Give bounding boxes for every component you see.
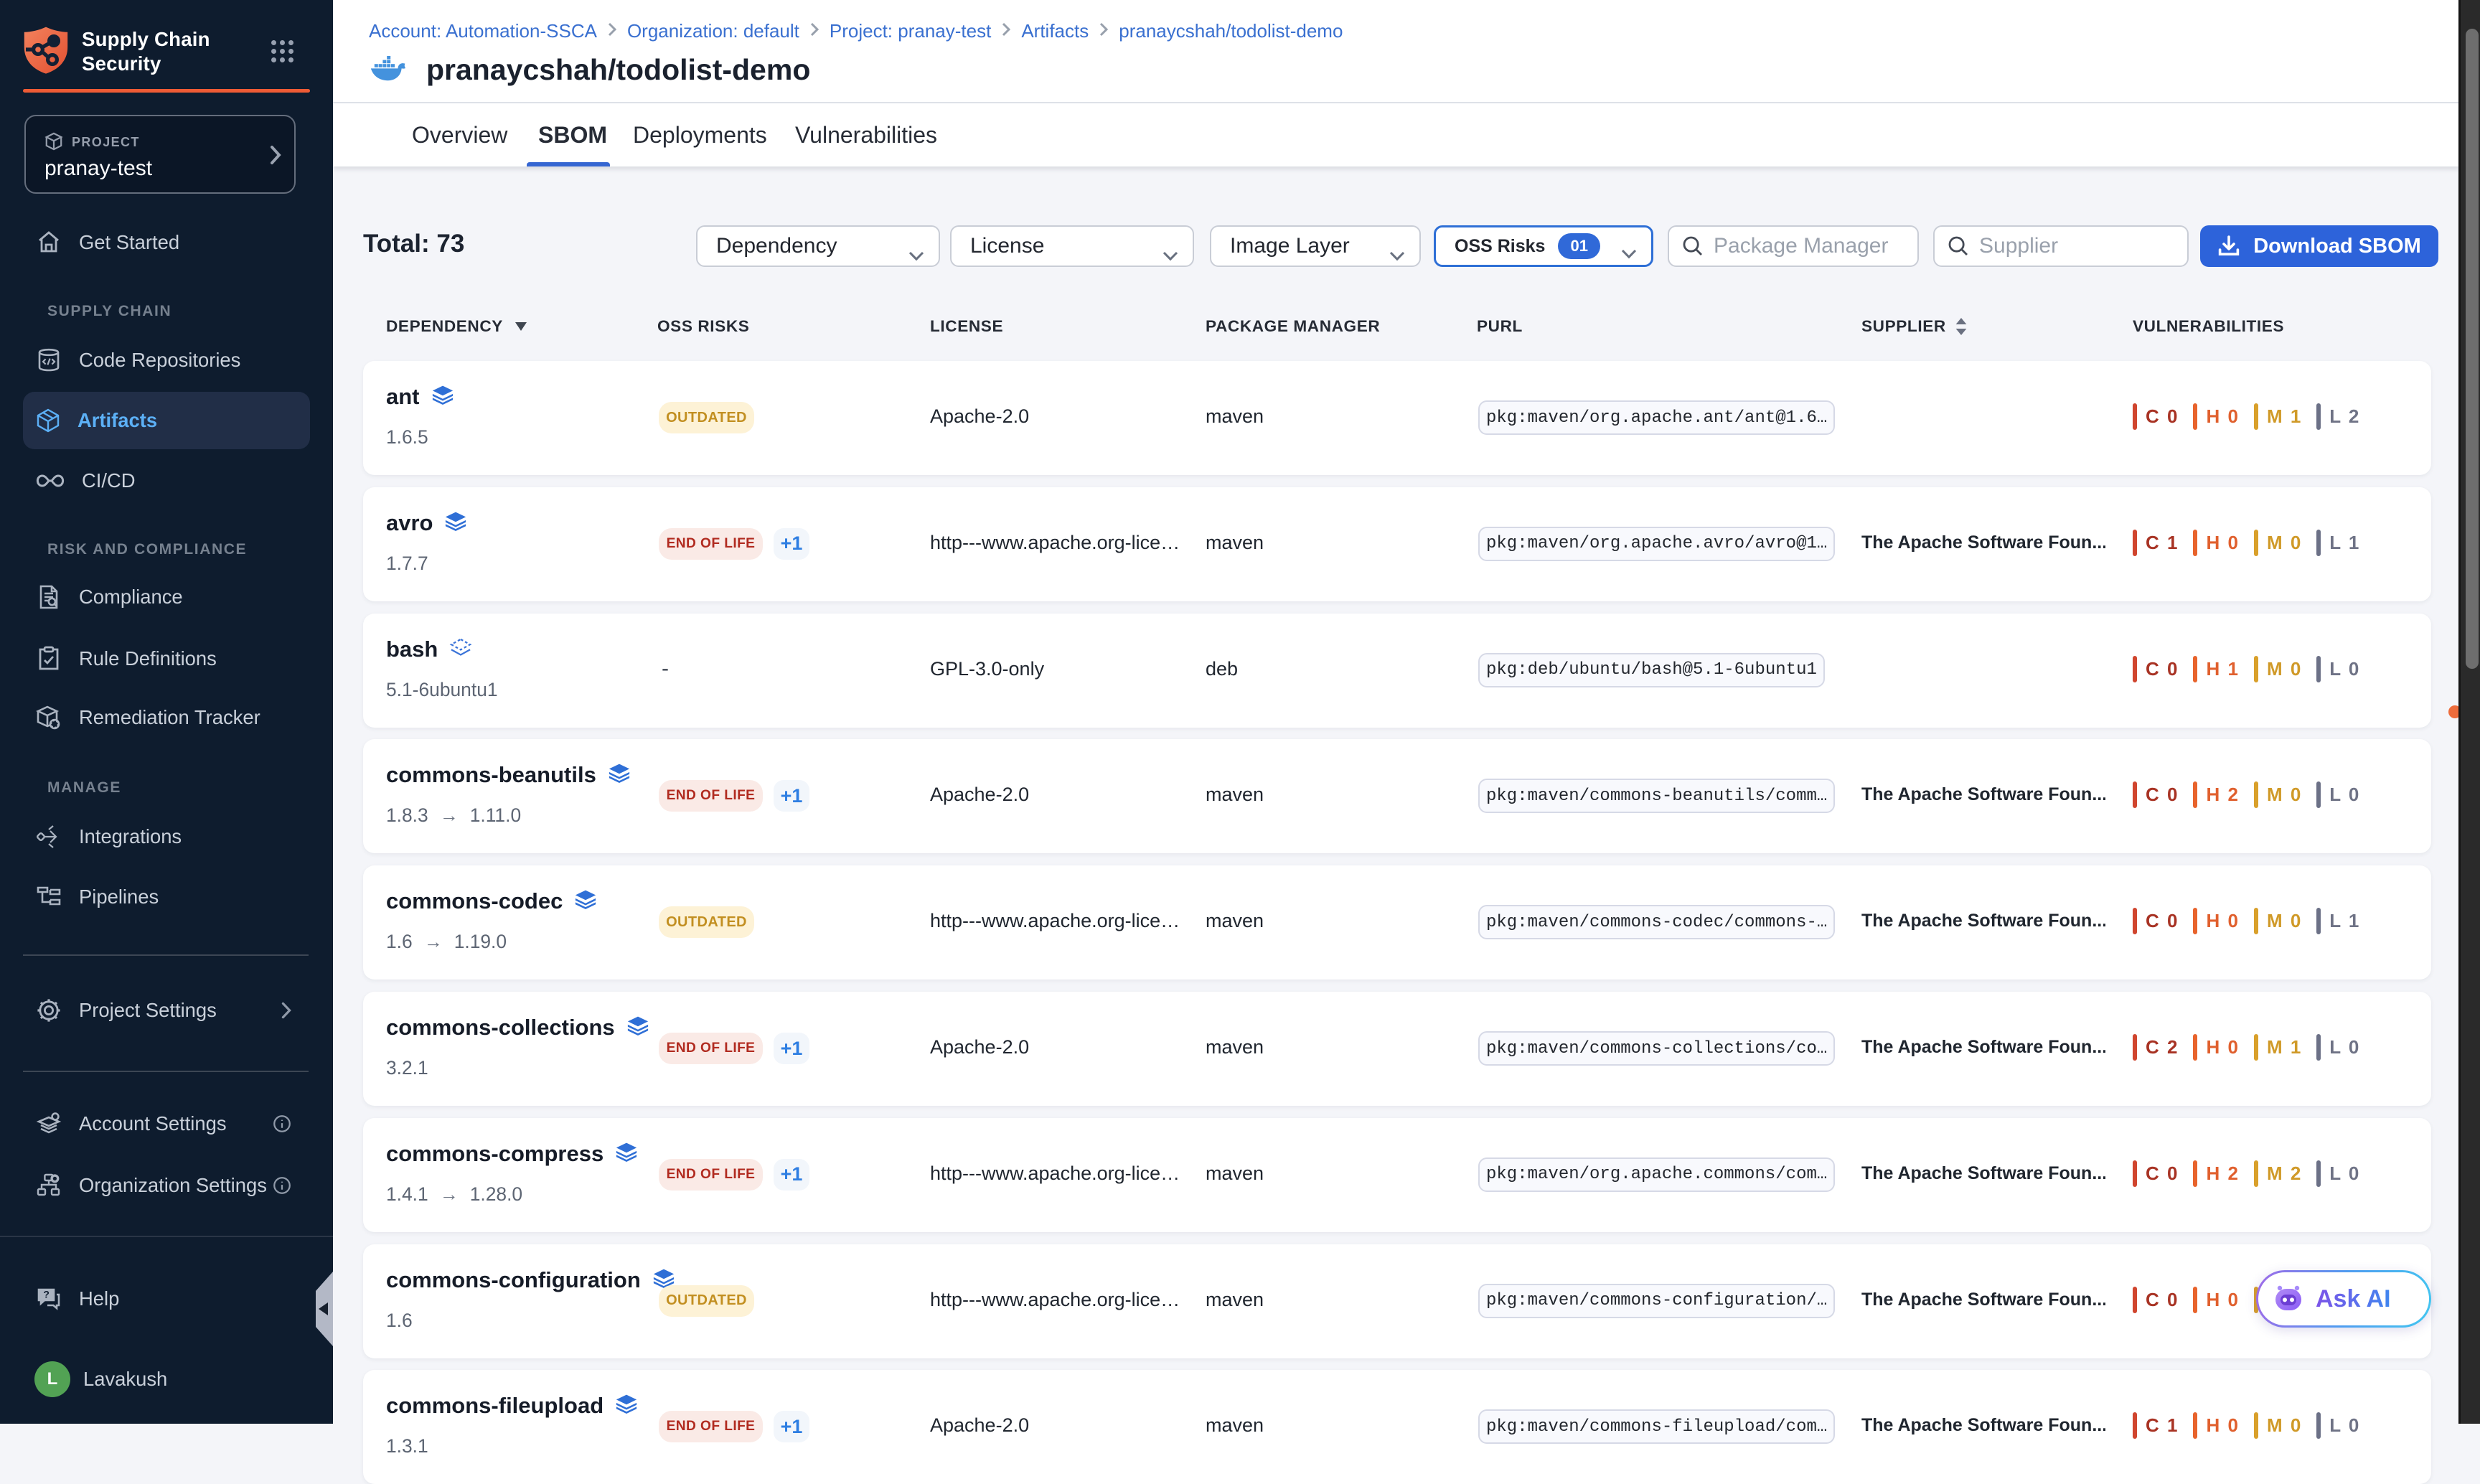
- svg-text:?: ?: [43, 1289, 50, 1300]
